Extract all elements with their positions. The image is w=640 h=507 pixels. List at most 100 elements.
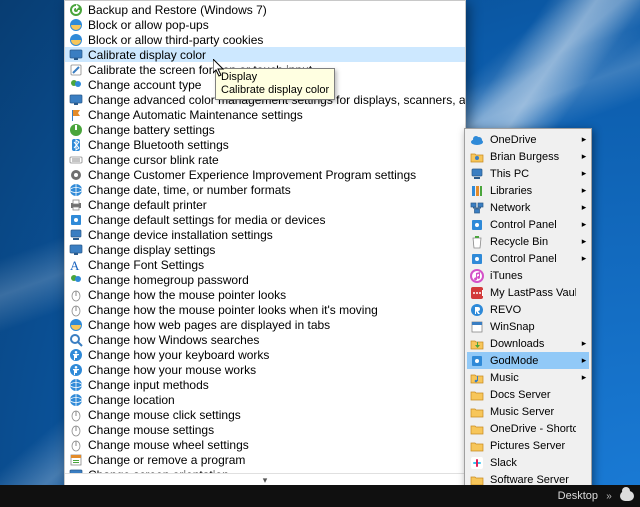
flyout-item-label: Downloads xyxy=(490,338,576,350)
control-item[interactable]: Change Font Settings xyxy=(65,257,465,272)
control-item[interactable]: Change how web pages are displayed in ta… xyxy=(65,317,465,332)
control-item-label: Change how your keyboard works xyxy=(88,348,269,362)
submenu-arrow-icon: ▸ xyxy=(581,202,587,213)
control-item-label: Change default printer xyxy=(88,198,207,212)
onedrive-tray-icon[interactable] xyxy=(620,491,634,501)
control-item[interactable]: Change how Windows searches xyxy=(65,332,465,347)
control-item[interactable]: Change Automatic Maintenance settings xyxy=(65,107,465,122)
control-item[interactable]: Change mouse settings xyxy=(65,422,465,437)
flyout-item[interactable]: Control Panel▸ xyxy=(467,250,589,267)
control-item[interactable]: Block or allow third-party cookies xyxy=(65,32,465,47)
region-icon xyxy=(68,393,84,407)
flyout-item[interactable]: Control Panel▸ xyxy=(467,216,589,233)
control-item[interactable]: Change battery settings xyxy=(65,122,465,137)
flyout-item[interactable]: Libraries▸ xyxy=(467,182,589,199)
flyout-item[interactable]: Network▸ xyxy=(467,199,589,216)
control-item[interactable]: Change how the mouse pointer looks when … xyxy=(65,302,465,317)
control-panel-icon xyxy=(469,217,485,233)
ie-icon xyxy=(68,33,84,47)
control-item[interactable]: Change homegroup password xyxy=(65,272,465,287)
flyout-item-label: Control Panel xyxy=(490,219,576,231)
control-item[interactable]: Change cursor blink rate xyxy=(65,152,465,167)
flyout-item-label: GodMode xyxy=(490,355,576,367)
homegroup-icon xyxy=(68,273,84,287)
onedrive-icon xyxy=(469,132,485,148)
control-item-label: Change mouse settings xyxy=(88,423,214,437)
control-item[interactable]: Change Bluetooth settings xyxy=(65,137,465,152)
desktop-toolbar-chevron-icon[interactable]: » xyxy=(604,489,614,503)
users-icon xyxy=(68,78,84,92)
flyout-item[interactable]: Downloads ▸ xyxy=(467,335,589,352)
desktop-toolbar-label[interactable]: Desktop xyxy=(558,490,598,502)
globe-icon xyxy=(68,183,84,197)
control-item-label: Change mouse click settings xyxy=(88,408,241,422)
flyout-item[interactable]: iTunes xyxy=(467,267,589,284)
flyout-item-label: Music xyxy=(490,372,576,384)
submenu-arrow-icon: ▸ xyxy=(581,185,587,196)
flyout-item[interactable]: OneDrive▸ xyxy=(467,131,589,148)
flyout-item[interactable]: WinSnap xyxy=(467,318,589,335)
flyout-item-label: Software Server xyxy=(490,474,576,486)
flyout-item[interactable]: GodMode▸ xyxy=(467,352,589,369)
flyout-item[interactable]: My LastPass Vault xyxy=(467,284,589,301)
control-item[interactable]: Change device installation settings xyxy=(65,227,465,242)
control-item[interactable]: Change Customer Experience Improvement P… xyxy=(65,167,465,182)
flyout-item[interactable]: Music Server xyxy=(467,403,589,420)
flyout-item[interactable]: Brian Burgess▸ xyxy=(467,148,589,165)
flyout-item-label: Docs Server xyxy=(490,389,576,401)
flyout-item[interactable]: REVO xyxy=(467,301,589,318)
system-icon xyxy=(68,228,84,242)
flyout-item[interactable]: This PC▸ xyxy=(467,165,589,182)
control-item[interactable]: Backup and Restore (Windows 7) xyxy=(65,2,465,17)
desktop-toolbar-flyout: OneDrive▸Brian Burgess▸This PC▸Libraries… xyxy=(464,128,592,507)
printer-icon xyxy=(68,198,84,212)
flyout-item-label: OneDrive - Shortcut xyxy=(490,423,576,435)
control-item[interactable]: Change location xyxy=(65,392,465,407)
flyout-item-label: My LastPass Vault xyxy=(490,287,576,299)
itunes-icon xyxy=(469,268,485,284)
flyout-item[interactable]: OneDrive - Shortcut xyxy=(467,420,589,437)
tooltip-subtitle: Calibrate display color xyxy=(221,84,329,97)
mouse-icon xyxy=(68,423,84,437)
flyout-item-label: Music Server xyxy=(490,406,576,418)
submenu-arrow-icon: ▸ xyxy=(581,338,587,349)
tooltip: Display Calibrate display color xyxy=(215,68,335,100)
control-item[interactable]: Change date, time, or number formats xyxy=(65,182,465,197)
mouse-icon xyxy=(68,438,84,452)
control-item-label: Change mouse wheel settings xyxy=(88,438,249,452)
control-item[interactable]: Change default printer xyxy=(65,197,465,212)
flyout-item-label: WinSnap xyxy=(490,321,576,333)
flyout-item[interactable]: Pictures Server xyxy=(467,437,589,454)
control-item[interactable]: Change how your keyboard works xyxy=(65,347,465,362)
control-item[interactable]: Change how the mouse pointer looks xyxy=(65,287,465,302)
mouse-icon xyxy=(68,288,84,302)
flyout-item[interactable]: Slack xyxy=(467,454,589,471)
control-item-label: Change Bluetooth settings xyxy=(88,138,229,152)
flyout-item[interactable]: Recycle Bin▸ xyxy=(467,233,589,250)
flyout-item-label: Control Panel xyxy=(490,253,576,265)
control-item-label: Change how the mouse pointer looks when … xyxy=(88,303,378,317)
flyout-item-label: REVO xyxy=(490,304,576,316)
control-item[interactable]: Change input methods xyxy=(65,377,465,392)
control-item[interactable]: Change display settings xyxy=(65,242,465,257)
control-item[interactable]: Change default settings for media or dev… xyxy=(65,212,465,227)
control-item-label: Change location xyxy=(88,393,175,407)
control-item[interactable]: Change or remove a program xyxy=(65,452,465,467)
submenu-arrow-icon: ▸ xyxy=(581,236,587,247)
control-item[interactable]: Calibrate display color xyxy=(65,47,465,62)
lastpass-icon xyxy=(469,285,485,301)
folder-icon xyxy=(469,404,485,420)
flyout-item[interactable]: Music▸ xyxy=(467,369,589,386)
chart-icon xyxy=(68,168,84,182)
network-icon xyxy=(469,200,485,216)
control-item[interactable]: Change how your mouse works xyxy=(65,362,465,377)
control-item[interactable]: Block or allow pop-ups xyxy=(65,17,465,32)
control-item-label: Block or allow pop-ups xyxy=(88,18,209,32)
flyout-item[interactable]: Docs Server xyxy=(467,386,589,403)
control-item[interactable]: Change mouse click settings xyxy=(65,407,465,422)
folder-icon xyxy=(469,438,485,454)
flyout-item-label: Slack xyxy=(490,457,576,469)
control-item[interactable]: Change mouse wheel settings xyxy=(65,437,465,452)
thispc-icon xyxy=(469,166,485,182)
search-icon xyxy=(68,333,84,347)
